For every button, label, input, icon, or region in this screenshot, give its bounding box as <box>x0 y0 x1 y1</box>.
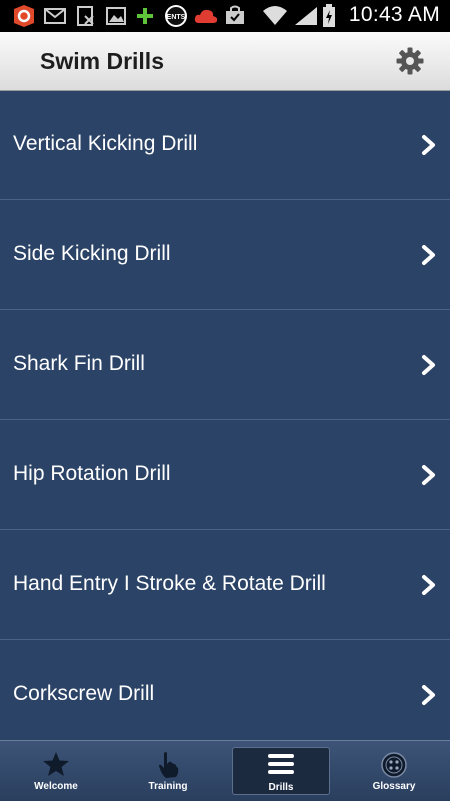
tab-label: Training <box>148 781 188 792</box>
list-item[interactable]: Hip Rotation Drill <box>0 420 450 530</box>
drill-list: Vertical Kicking Drill Side Kicking Dril… <box>0 90 450 740</box>
list-item[interactable]: Side Kicking Drill <box>0 200 450 310</box>
app-notification-icon <box>14 5 34 27</box>
wifi-icon <box>263 6 287 25</box>
tab-label: Glossary <box>372 781 416 792</box>
list-item[interactable]: Corkscrew Drill <box>0 640 450 740</box>
battery-charging-icon <box>323 4 335 27</box>
drill-label: Shark Fin Drill <box>13 352 145 375</box>
hand-pointer-icon <box>159 752 179 778</box>
tab-welcome[interactable]: Welcome <box>0 741 112 801</box>
drill-label: Vertical Kicking Drill <box>13 132 198 155</box>
signal-icon <box>295 7 317 25</box>
chevron-right-icon <box>422 465 435 485</box>
glossary-icon <box>381 752 407 778</box>
chevron-right-icon <box>422 685 435 705</box>
chevron-right-icon <box>422 575 435 595</box>
ents-icon: ENTS <box>165 5 187 27</box>
image-icon <box>106 7 126 25</box>
drill-label: Hip Rotation Drill <box>13 462 171 485</box>
missed-call-icon <box>77 6 94 26</box>
drill-label: Corkscrew Drill <box>13 682 155 705</box>
gear-icon[interactable] <box>396 47 424 75</box>
tab-label: Welcome <box>34 781 78 792</box>
drill-label: Side Kicking Drill <box>13 242 171 265</box>
shopping-bag-icon <box>226 5 244 24</box>
drill-label: Hand Entry I Stroke & Rotate Drill <box>13 572 326 595</box>
tab-label: Drills <box>268 782 294 793</box>
status-time: 10:43 AM <box>348 3 440 26</box>
list-item[interactable]: Hand Entry I Stroke & Rotate Drill <box>0 530 450 640</box>
list-icon <box>268 754 294 774</box>
plus-icon <box>137 8 153 24</box>
chevron-right-icon <box>422 135 435 155</box>
chevron-right-icon <box>422 245 435 265</box>
svg-text:ENTS: ENTS <box>167 14 186 21</box>
list-item[interactable]: Shark Fin Drill <box>0 310 450 420</box>
chevron-right-icon <box>422 355 435 375</box>
list-item[interactable]: Vertical Kicking Drill <box>0 90 450 200</box>
tab-glossary[interactable]: Glossary <box>338 741 450 801</box>
tab-training[interactable]: Training <box>112 741 224 801</box>
cloud-icon <box>194 9 218 23</box>
app-header: Swim Drills <box>0 32 450 91</box>
tab-drills[interactable]: Drills <box>232 747 330 795</box>
status-bar: ENTS 10:43 AM <box>0 0 450 32</box>
tab-bar: Welcome Training Drills Glossary <box>0 740 450 801</box>
star-icon <box>43 752 69 776</box>
mail-icon <box>44 8 66 24</box>
page-title: Swim Drills <box>40 48 164 74</box>
